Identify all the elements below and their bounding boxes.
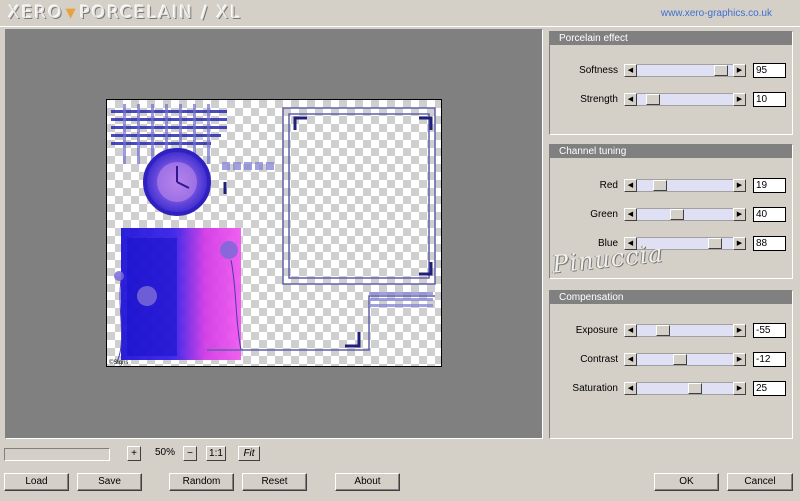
- ok-button[interactable]: OK: [654, 473, 719, 491]
- contrast-value-field[interactable]: -12: [753, 352, 786, 367]
- zoom-actual-size-button[interactable]: 1:1: [206, 446, 226, 461]
- preview-area[interactable]: ©Signs: [5, 29, 543, 439]
- progress-field: [4, 448, 110, 461]
- panel-title-compensation: Compensation: [550, 291, 792, 304]
- control-green: Green ◀ ▶ 40: [550, 207, 792, 222]
- green-label: Green: [590, 209, 618, 220]
- contrast-label: Contrast: [580, 354, 618, 365]
- about-button[interactable]: About: [335, 473, 400, 491]
- arrow-right-icon[interactable]: ▶: [733, 179, 746, 192]
- green-slider[interactable]: ◀ ▶: [624, 208, 746, 221]
- blue-value-field[interactable]: 88: [753, 236, 786, 251]
- website-link[interactable]: www.xero-graphics.co.uk: [661, 8, 772, 19]
- red-value-field[interactable]: 19: [753, 178, 786, 193]
- strength-value-field[interactable]: 10: [753, 92, 786, 107]
- green-value-field[interactable]: 40: [753, 207, 786, 222]
- logo-text-left: XERO: [8, 3, 64, 23]
- arrow-right-icon[interactable]: ▶: [733, 64, 746, 77]
- cancel-button[interactable]: Cancel: [727, 473, 793, 491]
- arrow-left-icon[interactable]: ◀: [624, 93, 637, 106]
- load-button[interactable]: Load: [4, 473, 69, 491]
- zoom-level: 50%: [154, 447, 175, 458]
- reset-button[interactable]: Reset: [242, 473, 307, 491]
- logo-triangle-icon: ▼: [65, 5, 78, 21]
- arrow-left-icon[interactable]: ◀: [624, 64, 637, 77]
- slider-thumb[interactable]: [708, 238, 722, 249]
- control-softness: Softness ◀ ▶ 95: [550, 63, 792, 78]
- softness-slider[interactable]: ◀ ▶: [624, 64, 746, 77]
- arrow-right-icon[interactable]: ▶: [733, 353, 746, 366]
- control-red: Red ◀ ▶ 19: [550, 178, 792, 193]
- arrow-left-icon[interactable]: ◀: [624, 208, 637, 221]
- random-button[interactable]: Random: [169, 473, 234, 491]
- strength-slider[interactable]: ◀ ▶: [624, 93, 746, 106]
- saturation-slider[interactable]: ◀ ▶: [624, 382, 746, 395]
- red-slider[interactable]: ◀ ▶: [624, 179, 746, 192]
- saturation-value-field[interactable]: 25: [753, 381, 786, 396]
- control-strength: Strength ◀ ▶ 10: [550, 92, 792, 107]
- contrast-slider[interactable]: ◀ ▶: [624, 353, 746, 366]
- red-label: Red: [599, 180, 618, 191]
- zoom-out-button[interactable]: −: [183, 446, 197, 461]
- control-saturation: Saturation ◀ ▶ 25: [550, 381, 792, 396]
- panel-compensation: Compensation Exposure ◀ ▶ -55 Contrast ◀…: [549, 290, 793, 439]
- preview-image[interactable]: ©Signs: [106, 99, 442, 367]
- exposure-value-field[interactable]: -55: [753, 323, 786, 338]
- arrow-left-icon[interactable]: ◀: [624, 382, 637, 395]
- signature-text: ©Signs: [109, 359, 128, 366]
- arrow-right-icon[interactable]: ▶: [733, 208, 746, 221]
- title-bar: XERO ▼ PORCELAIN / XL www.xero-graphics.…: [0, 0, 800, 27]
- zoom-in-button[interactable]: +: [127, 446, 141, 461]
- arrow-right-icon[interactable]: ▶: [733, 382, 746, 395]
- slider-thumb[interactable]: [688, 383, 702, 394]
- arrow-left-icon[interactable]: ◀: [624, 179, 637, 192]
- softness-value-field[interactable]: 95: [753, 63, 786, 78]
- softness-label: Softness: [579, 65, 618, 76]
- arrow-left-icon[interactable]: ◀: [624, 324, 637, 337]
- arrow-right-icon[interactable]: ▶: [733, 324, 746, 337]
- panel-porcelain-effect: Porcelain effect Softness ◀ ▶ 95 Strengt…: [549, 31, 793, 135]
- save-button[interactable]: Save: [77, 473, 142, 491]
- strength-label: Strength: [580, 94, 618, 105]
- exposure-slider[interactable]: ◀ ▶: [624, 324, 746, 337]
- zoom-fit-button[interactable]: Fit: [238, 446, 260, 461]
- arrow-right-icon[interactable]: ▶: [733, 93, 746, 106]
- slider-thumb[interactable]: [646, 94, 660, 105]
- arrow-left-icon[interactable]: ◀: [624, 353, 637, 366]
- slider-thumb[interactable]: [670, 209, 684, 220]
- app-logo: XERO ▼ PORCELAIN / XL: [8, 3, 242, 23]
- arrow-right-icon[interactable]: ▶: [733, 237, 746, 250]
- logo-text-right: PORCELAIN / XL: [79, 3, 242, 23]
- slider-thumb[interactable]: [656, 325, 670, 336]
- exposure-label: Exposure: [575, 325, 618, 336]
- slider-thumb[interactable]: [673, 354, 687, 365]
- panel-title-channel-tuning: Channel tuning: [550, 145, 792, 158]
- control-contrast: Contrast ◀ ▶ -12: [550, 352, 792, 367]
- slider-thumb[interactable]: [714, 65, 728, 76]
- preview-artwork: ©Signs: [109, 104, 436, 366]
- saturation-label: Saturation: [572, 383, 618, 394]
- slider-thumb[interactable]: [653, 180, 667, 191]
- panel-title-porcelain-effect: Porcelain effect: [550, 32, 792, 45]
- control-exposure: Exposure ◀ ▶ -55: [550, 323, 792, 338]
